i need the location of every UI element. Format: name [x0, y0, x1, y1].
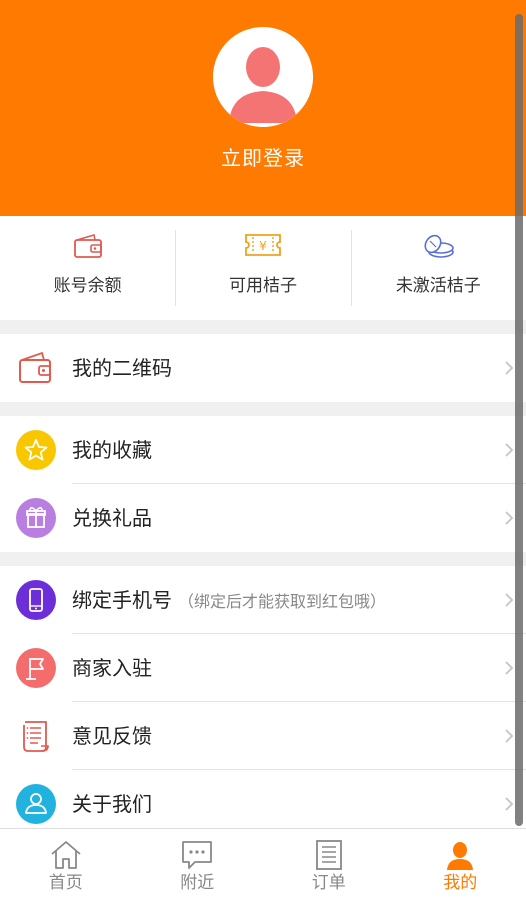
- menu-item-gifts[interactable]: 兑换礼品: [0, 484, 526, 552]
- ticket-icon: ¥: [244, 232, 282, 262]
- bind-phone-hint: （绑定后才能获取到红包哦）: [178, 592, 387, 611]
- menu-item-feedback[interactable]: 意见反馈: [0, 702, 526, 770]
- svg-text:¥: ¥: [259, 239, 267, 253]
- menu-item-merchant-label: 商家入驻: [72, 656, 152, 680]
- menu-item-bind-phone-label: 绑定手机号 （绑定后才能获取到红包哦）: [72, 566, 386, 636]
- bottom-tab-bar: 首页 附近 订单 我的: [0, 828, 526, 900]
- tab-orders-label: 订单: [311, 873, 346, 893]
- home-icon: [49, 839, 83, 875]
- avatar[interactable]: [213, 27, 313, 127]
- tab-nearby-label: 附近: [180, 873, 215, 893]
- stat-available-oranges-label: 可用桔子: [228, 276, 297, 296]
- scrollbar[interactable]: [515, 14, 523, 826]
- chevron-right-icon: [504, 442, 514, 462]
- gift-icon: [16, 498, 56, 538]
- menu-item-qrcode-label: 我的二维码: [72, 356, 172, 380]
- stat-available-oranges[interactable]: ¥ 可用桔子: [175, 216, 350, 320]
- star-icon: [16, 430, 56, 470]
- tab-mine[interactable]: 我的: [395, 829, 526, 900]
- stat-inactive-oranges[interactable]: 未激活桔子: [350, 216, 526, 320]
- stat-balance-label: 账号余额: [53, 276, 122, 296]
- menu-group-qrcode: 我的二维码: [0, 334, 526, 402]
- stat-inactive-oranges-label: 未激活桔子: [395, 276, 481, 296]
- chevron-right-icon: [504, 360, 514, 380]
- menu-item-favorites[interactable]: 我的收藏: [0, 416, 526, 484]
- chevron-right-icon: [504, 728, 514, 748]
- chevron-right-icon: [504, 592, 514, 612]
- chevron-right-icon: [504, 796, 514, 816]
- tab-nearby[interactable]: 附近: [132, 829, 264, 900]
- menu-item-feedback-label: 意见反馈: [72, 724, 152, 748]
- wallet-icon: [72, 232, 104, 264]
- chevron-right-icon: [504, 660, 514, 680]
- menu-group-favorites: 我的收藏 兑换礼品: [0, 416, 526, 552]
- default-avatar-icon: [213, 27, 313, 127]
- document-icon: [314, 839, 344, 875]
- account-stats: 账号余额 ¥ 可用桔子 未激活桔子: [0, 216, 526, 320]
- wallet-icon: [16, 348, 56, 388]
- menu-item-merchant[interactable]: 商家入驻: [0, 634, 526, 702]
- user-icon: [16, 784, 56, 824]
- chat-icon: [180, 839, 214, 875]
- menu-item-favorites-label: 我的收藏: [72, 438, 152, 462]
- menu-item-about[interactable]: 关于我们: [0, 770, 526, 828]
- profile-header: 立即登录: [0, 0, 526, 216]
- chevron-right-icon: [504, 510, 514, 530]
- user-icon: [444, 839, 476, 875]
- tab-orders[interactable]: 订单: [263, 829, 395, 900]
- phone-icon: [16, 580, 56, 620]
- tab-mine-label: 我的: [443, 873, 478, 893]
- menu-item-gifts-label: 兑换礼品: [72, 506, 152, 530]
- bind-phone-title: 绑定手机号: [72, 588, 172, 612]
- menu-group-settings: 绑定手机号 （绑定后才能获取到红包哦） 商家入驻 意见反馈 关于我们: [0, 566, 526, 828]
- menu-item-bind-phone[interactable]: 绑定手机号 （绑定后才能获取到红包哦）: [0, 566, 526, 634]
- menu-item-qrcode[interactable]: 我的二维码: [0, 334, 526, 402]
- flag-icon: [16, 648, 56, 688]
- tab-home-label: 首页: [48, 873, 83, 893]
- menu-item-about-label: 关于我们: [72, 792, 152, 816]
- scroll-icon: [16, 716, 56, 756]
- tab-home[interactable]: 首页: [0, 829, 132, 900]
- login-link[interactable]: 立即登录: [0, 143, 526, 173]
- stat-balance[interactable]: 账号余额: [0, 216, 175, 320]
- coins-icon: [421, 232, 455, 264]
